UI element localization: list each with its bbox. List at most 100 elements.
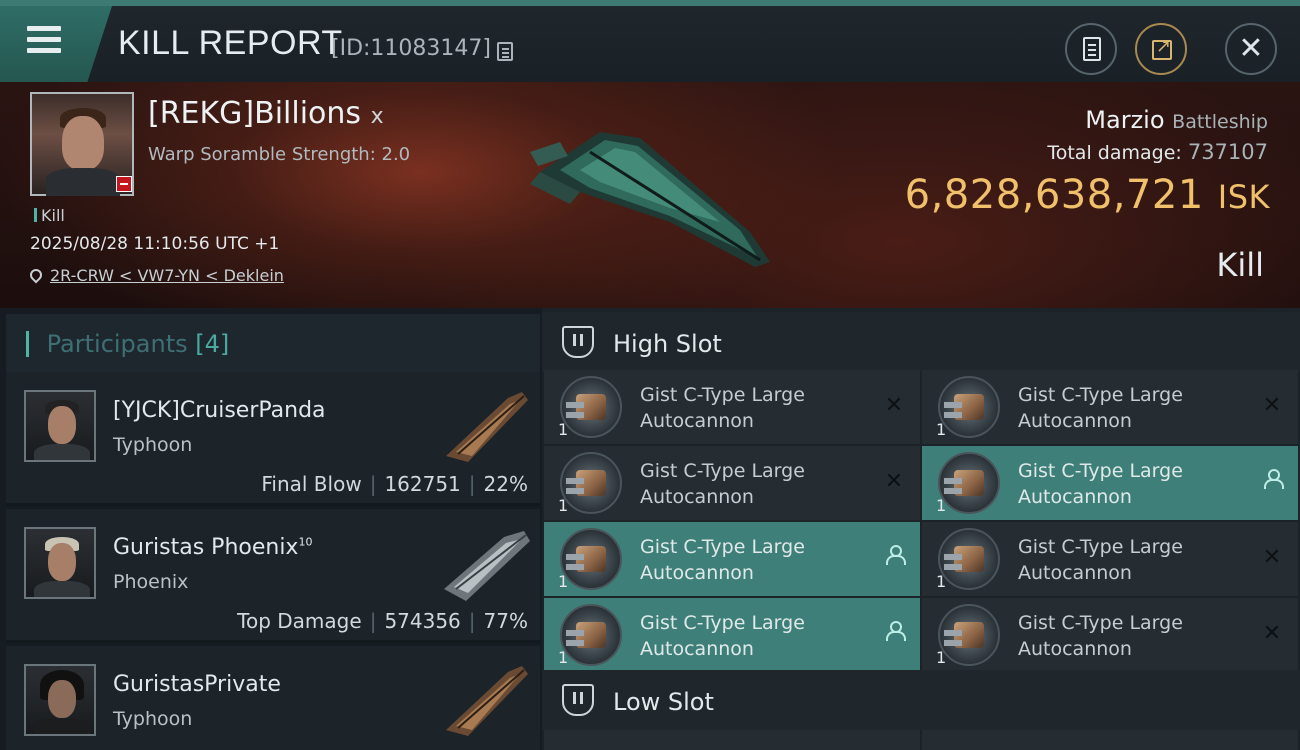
module-item[interactable] [544,730,920,750]
victim-banner: [REKG]Billions x Warp Soramble Strength:… [0,82,1300,308]
dropped-icon [1260,468,1284,496]
share-button[interactable] [1135,23,1187,75]
menu-button[interactable] [0,6,112,82]
module-quantity: 1 [558,648,569,667]
total-damage-label: Total damage: [1047,142,1182,164]
report-id: [ID:11083147] [331,36,491,61]
autocannon-icon [560,528,622,590]
kill-datetime: 2025/08/28 11:10:56 UTC +1 [30,234,280,254]
isk-unit: ISK [1217,178,1270,216]
module-name-line2: Autocannon [640,410,754,432]
destroyed-icon: ✕ [1262,621,1282,646]
module-name-line1: Gist C-Type Large [640,536,805,558]
autocannon-icon [938,376,1000,438]
module-name-line1: Gist C-Type Large [640,612,805,634]
participant-percent: 77% [483,609,528,633]
module-item[interactable]: 1 Gist C-Type Large Autocannon ✕ [544,370,920,444]
clipboard-icon [1083,37,1101,61]
participants-label: Participants [4] [26,330,230,358]
module-name-line1: Gist C-Type Large [1018,536,1183,558]
isk-value: 6,828,638,721 ISK [905,172,1270,218]
participant-ship: Typhoon [113,434,193,456]
dropped-icon [882,620,906,648]
high-slot-label: High Slot [613,330,722,358]
participants-count: [4] [195,330,230,358]
pilot-name: Marzio [1085,106,1165,134]
kill-location[interactable]: 2R-CRW < VW7-YN < Deklein [27,266,284,285]
participant-row[interactable]: GuristasPrivate Typhoon [6,646,540,750]
menu-icon [27,26,61,59]
module-name: Gist C-Type Large Autocannon [640,382,870,434]
module-name-line1: Gist C-Type Large [1018,384,1183,406]
participant-row[interactable]: Guristas Phoenix10 Phoenix Top Damage | 57… [6,509,540,643]
low-slot-icon [562,684,594,716]
module-item[interactable]: 1 Gist C-Type Large Autocannon [922,446,1298,520]
module-name-line2: Autocannon [1018,638,1132,660]
participant-avatar[interactable] [24,664,96,736]
module-item[interactable]: 1 Gist C-Type Large Autocannon ✕ [922,370,1298,444]
total-damage: Total damage: 737107 [1047,140,1268,164]
kill-status: Kill [1216,246,1264,284]
participant-avatar[interactable] [24,527,96,599]
module-name: Gist C-Type Large Autocannon [640,610,870,662]
module-item[interactable]: 1 Gist C-Type Large Autocannon [544,598,920,672]
module-item[interactable]: 1 Gist C-Type Large Autocannon [544,522,920,596]
destroyed-icon: ✕ [884,469,904,494]
close-button[interactable]: ✕ [1225,23,1277,75]
clipboard-button[interactable] [1065,23,1117,75]
close-icon: ✕ [1238,31,1264,66]
module-item[interactable]: 1 Gist C-Type Large Autocannon ✕ [922,598,1298,672]
hostile-standing-icon [116,176,132,192]
participant-ship-image [446,666,528,736]
module-name: Gist C-Type Large Autocannon [640,534,870,586]
module-item[interactable]: 1 Gist C-Type Large Autocannon ✕ [922,522,1298,596]
module-quantity: 1 [558,420,569,439]
destroyed-icon: ✕ [1262,545,1282,570]
dropped-icon [882,544,906,572]
participant-avatar[interactable] [24,390,96,462]
participant-damage: 162751 [384,472,461,496]
module-quantity: 1 [936,496,947,515]
module-name-line1: Gist C-Type Large [1018,460,1183,482]
module-name-line1: Gist C-Type Large [640,460,805,482]
module-name-line1: Gist C-Type Large [1018,612,1183,634]
participant-name: GuristasPrivate [113,672,281,697]
autocannon-icon [560,452,622,514]
participant-damage: 574356 [384,609,461,633]
module-name: Gist C-Type Large Autocannon [1018,382,1248,434]
module-quantity: 1 [936,420,947,439]
location-pin-icon [27,266,45,284]
participant-percent: 22% [483,472,528,496]
module-name: Gist C-Type Large Autocannon [640,458,870,510]
kill-tag: Kill [34,206,65,225]
module-name: Gist C-Type Large Autocannon [1018,610,1248,662]
fitting-panel: High Slot 1 Gist C-Type Large Autocannon ✕ 1… [542,308,1300,750]
destroyed-icon: ✕ [884,393,904,418]
participant-ship-image [446,392,528,462]
module-name: Gist C-Type Large Autocannon [1018,458,1248,510]
module-name: Gist C-Type Large Autocannon [1018,534,1248,586]
module-name-line2: Autocannon [1018,486,1132,508]
pilot-ship-class: Battleship [1172,111,1268,133]
module-item[interactable]: 1 Gist C-Type Large Autocannon ✕ [544,446,920,520]
participants-header[interactable]: Participants [4] [6,314,540,372]
location-route[interactable]: 2R-CRW < VW7-YN < Deklein [50,266,284,285]
victim-ship-image [530,132,770,267]
high-slot-icon [562,326,594,358]
participant-name: [YJCK]CruiserPanda [113,398,326,423]
module-quantity: 1 [936,572,947,591]
page-title: KILL REPORT [118,24,343,62]
module-name-line2: Autocannon [1018,562,1132,584]
victim-name-suffix: x [370,104,384,129]
participant-role: Top Damage [237,609,362,633]
module-name-line2: Autocannon [640,486,754,508]
module-item[interactable] [922,730,1298,750]
victim-name[interactable]: [REKG]Billions x [148,96,384,131]
high-slot-header[interactable]: High Slot [542,312,1300,372]
participant-row[interactable]: [YJCK]CruiserPanda Typhoon Final Blow | 16… [6,372,540,506]
module-name-line1: Gist C-Type Large [640,384,805,406]
low-slot-header[interactable]: Low Slot [542,670,1300,730]
copy-icon[interactable] [497,42,513,61]
final-blow-pilot[interactable]: Marzio Battleship [1085,106,1268,134]
victim-name-text: [REKG]Billions [148,96,362,131]
